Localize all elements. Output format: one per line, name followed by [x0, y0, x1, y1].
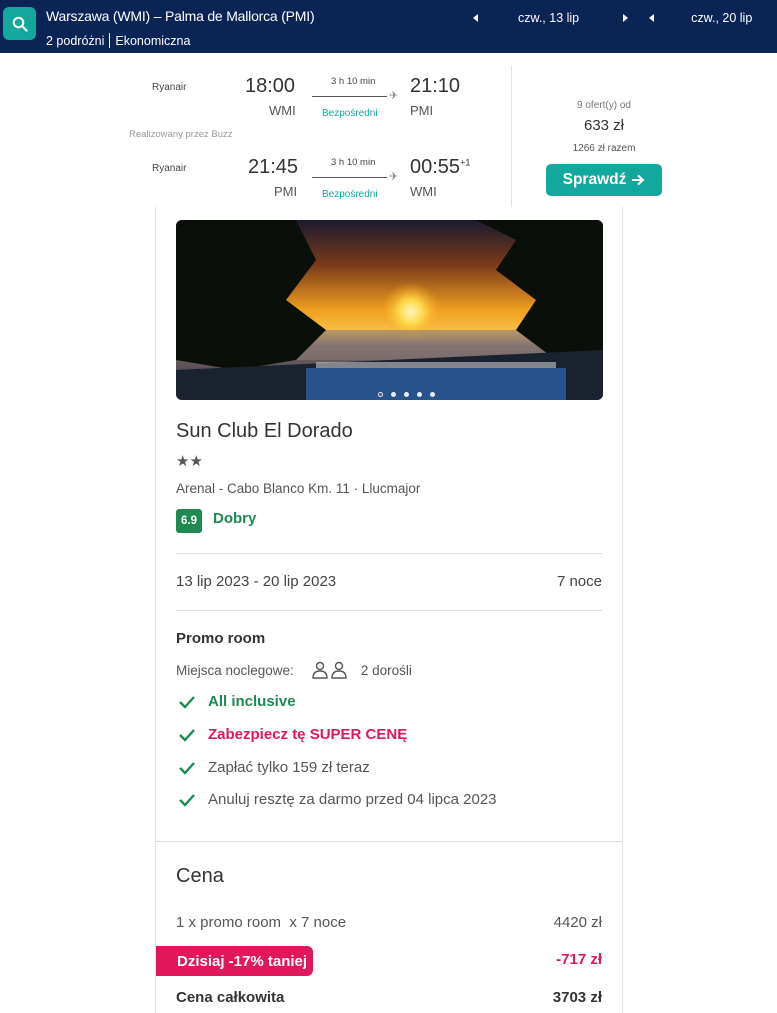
check-button-label: Sprawdź: [562, 171, 627, 188]
check-button[interactable]: Sprawdź: [546, 164, 662, 196]
price-line: 1 x promo room x 7 noce 4420 zł: [176, 914, 602, 931]
search-button[interactable]: [3, 7, 36, 40]
review-score: 6.9: [176, 509, 202, 533]
price-section: Cena 1 x promo room x 7 noce 4420 zł Dzi…: [156, 841, 622, 1013]
outbound-arr-code: PMI: [410, 103, 434, 118]
outbound-stops: Bezpośredni: [322, 108, 378, 119]
route-title[interactable]: Warszawa (WMI) – Palma de Mallorca (PMI): [46, 8, 315, 24]
arrow-right-icon: [632, 174, 645, 186]
search-icon: [12, 16, 28, 32]
carousel-dots: [378, 392, 435, 397]
route-line: [312, 96, 387, 97]
feature-item: Zapłać tylko 159 zł teraz: [178, 759, 370, 776]
divider: [109, 33, 111, 48]
feature-item: Zabezpiecz tę SUPER CENĘ: [178, 726, 407, 743]
inbound-dep-time: 21:45: [248, 156, 299, 178]
carousel-dot[interactable]: [391, 392, 396, 397]
outbound-dep-time: 18:00: [245, 75, 296, 97]
hotel-photo[interactable]: [176, 220, 603, 400]
depart-date-nav: czw., 13 lip czw., 20 lip: [473, 11, 752, 25]
carousel-dot[interactable]: [404, 392, 409, 397]
outbound-dep-code: WMI: [269, 103, 296, 118]
review-label: Dobry: [213, 510, 257, 527]
travelers-count: 2 podróżni: [46, 33, 105, 48]
total-value: 3703 zł: [552, 989, 602, 1006]
carousel-dot[interactable]: [430, 392, 435, 397]
prev-depart-date-icon[interactable]: [473, 14, 478, 22]
price-section-title: Cena: [176, 865, 224, 887]
discount-value: -717 zł: [556, 951, 602, 968]
sunset-photo: [176, 220, 603, 400]
checkmark-icon: [179, 695, 195, 709]
hotel-name[interactable]: Sun Club El Dorado: [176, 420, 353, 443]
offers-count: 9 ofert(y) od: [577, 100, 631, 111]
return-date[interactable]: czw., 20 lip: [691, 11, 752, 25]
feature-item: Anuluj resztę za darmo przed 04 lipca 20…: [178, 791, 497, 808]
plane-icon: ✈: [389, 90, 399, 102]
outbound-arr-time: 21:10: [410, 75, 461, 97]
feature-text: Anuluj resztę za darmo przed 04 lipca 20…: [208, 791, 497, 808]
route-line: [312, 177, 387, 178]
inbound-arr-time: 00:55+1: [410, 156, 471, 178]
depart-date[interactable]: czw., 13 lip: [518, 11, 579, 25]
outbound-duration: 3 h 10 min: [331, 76, 376, 87]
operated-by: Realizowany przez Buzz: [129, 129, 233, 140]
inbound-dep-code: PMI: [274, 184, 298, 199]
star-rating: ★★: [176, 453, 203, 470]
prev-return-date-icon[interactable]: [649, 14, 655, 22]
divider: [511, 66, 512, 207]
price-line-value: 4420 zł: [553, 914, 602, 931]
room-name: Promo room: [176, 630, 266, 647]
carousel-dot[interactable]: [417, 392, 422, 397]
next-depart-date-icon[interactable]: [623, 14, 629, 22]
checkmark-icon: [179, 728, 195, 742]
flight-card[interactable]: Ryanair 18:00 WMI 3 h 10 min ✈ Bezpośred…: [0, 53, 777, 207]
guests-icon: [312, 661, 347, 679]
sleeps-label: Miejsca noclegowe:: [176, 662, 294, 678]
feature-text: All inclusive: [208, 693, 296, 710]
feature-text: Zapłać tylko 159 zł teraz: [208, 759, 370, 776]
inbound-airline: Ryanair: [152, 163, 187, 174]
carousel-dot[interactable]: [378, 392, 383, 397]
search-header: Warszawa (WMI) – Palma de Mallorca (PMI)…: [0, 0, 777, 53]
price-line-label: 1 x promo room x 7 noce: [176, 914, 347, 931]
feature-text: Zabezpiecz tę SUPER CENĘ: [208, 726, 408, 743]
discount-line: -717 zł: [176, 951, 602, 968]
stay-dates: 13 lip 2023 - 20 lip 2023: [176, 573, 337, 590]
hotel-address: Arenal - Cabo Blanco Km. 11 · Llucmajor: [176, 481, 421, 496]
checkmark-icon: [179, 761, 195, 775]
cabin-class: Ekonomiczna: [115, 33, 191, 48]
divider: [176, 553, 602, 554]
stay-nights: 7 noce: [556, 573, 602, 590]
inbound-duration: 3 h 10 min: [331, 157, 376, 168]
total-label: Cena całkowita: [176, 989, 285, 1006]
flight-total: 1266 zł razem: [572, 143, 636, 154]
plane-icon: ✈: [389, 171, 399, 183]
checkmark-icon: [179, 793, 195, 807]
inbound-stops: Bezpośredni: [322, 189, 378, 200]
outbound-airline: Ryanair: [152, 82, 187, 93]
day-offset: +1: [460, 157, 471, 168]
flight-price: 633 zł: [583, 117, 625, 134]
feature-item: All inclusive: [178, 693, 296, 710]
inbound-arr-code: WMI: [410, 184, 437, 199]
room-occupancy: Miejsca noclegowe: 2 dorośli: [176, 661, 412, 679]
total-line: Cena całkowita 3703 zł: [176, 989, 602, 1006]
sleeps-value: 2 dorośli: [360, 662, 412, 678]
hotel-panel: Sun Club El Dorado ★★ Arenal - Cabo Blan…: [155, 207, 623, 1013]
trip-details[interactable]: 2 podróżni Ekonomiczna: [46, 33, 190, 48]
divider: [176, 610, 602, 611]
